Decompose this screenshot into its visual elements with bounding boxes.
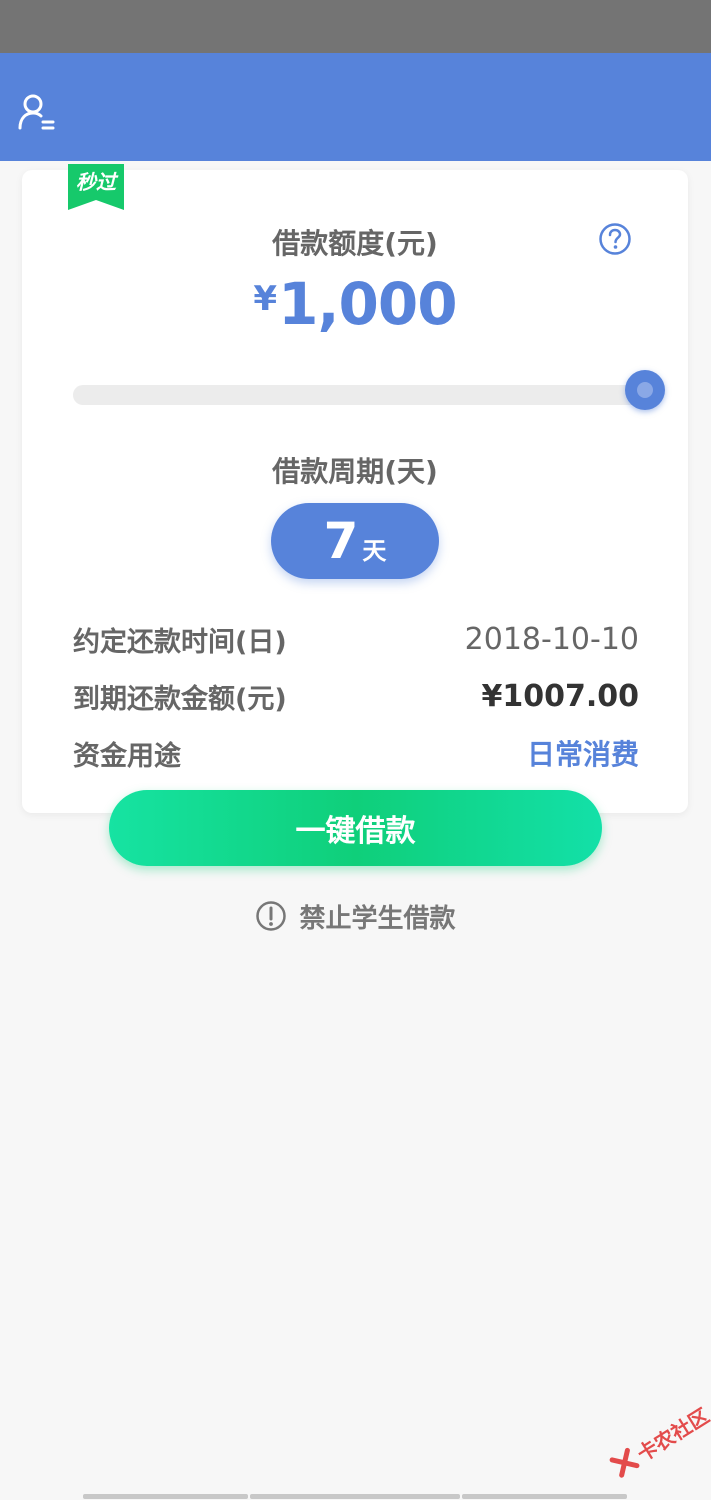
amount-title: 借款额度(元) <box>272 227 438 260</box>
period-title: 借款周期(天) <box>272 455 438 488</box>
loan-card: 秒过 借款额度(元) ¥1,000 借款周期(天) 7 天 约定还款时间(日) … <box>22 164 688 813</box>
amount-slider-track[interactable] <box>73 385 645 405</box>
gesture-nav-bar <box>0 1492 711 1500</box>
repay-amount-value: ¥1007.00 <box>481 678 639 714</box>
question-circle-icon <box>599 223 631 255</box>
help-button[interactable] <box>598 222 632 256</box>
amount-slider-thumb[interactable] <box>625 370 665 410</box>
student-loan-notice: 禁止学生借款 <box>0 896 711 936</box>
amount-value: 1,000 <box>278 270 457 338</box>
status-bar <box>0 0 711 53</box>
nav-segment <box>250 1494 460 1499</box>
repay-date-value: 2018-10-10 <box>464 621 639 657</box>
repay-amount-label: 到期还款金额(元) <box>73 683 287 715</box>
period-selector[interactable]: 7 天 <box>271 503 439 579</box>
one-click-loan-button[interactable]: 一键借款 <box>109 790 602 866</box>
fund-purpose-value[interactable]: 日常消费 <box>527 733 639 773</box>
quick-approval-ribbon: 秒过 <box>68 164 124 214</box>
app-header <box>0 53 711 161</box>
fund-purpose-row: 资金用途 日常消费 <box>73 733 639 773</box>
amount-currency: ¥ <box>253 279 277 319</box>
period-value: 7 <box>323 512 359 570</box>
repay-date-row: 约定还款时间(日) 2018-10-10 <box>73 619 639 659</box>
period-unit: 天 <box>362 536 387 565</box>
notice-text: 禁止学生借款 <box>299 903 456 934</box>
watermark: 卡农社区 <box>596 1381 711 1499</box>
nav-segment <box>462 1494 627 1499</box>
nav-segment <box>83 1494 248 1499</box>
exclamation-circle-icon <box>256 901 287 931</box>
ribbon-label: 秒过 <box>76 170 116 194</box>
repay-date-label: 约定还款时间(日) <box>73 626 287 658</box>
user-profile-icon <box>18 94 55 130</box>
fund-purpose-label: 资金用途 <box>73 740 181 772</box>
loan-amount: ¥1,000 <box>22 270 688 338</box>
amount-slider-fill <box>73 385 645 405</box>
watermark-text: 卡农社区 <box>632 1403 711 1466</box>
profile-button[interactable] <box>14 91 58 133</box>
repay-amount-row: 到期还款金额(元) ¥1007.00 <box>73 676 639 716</box>
